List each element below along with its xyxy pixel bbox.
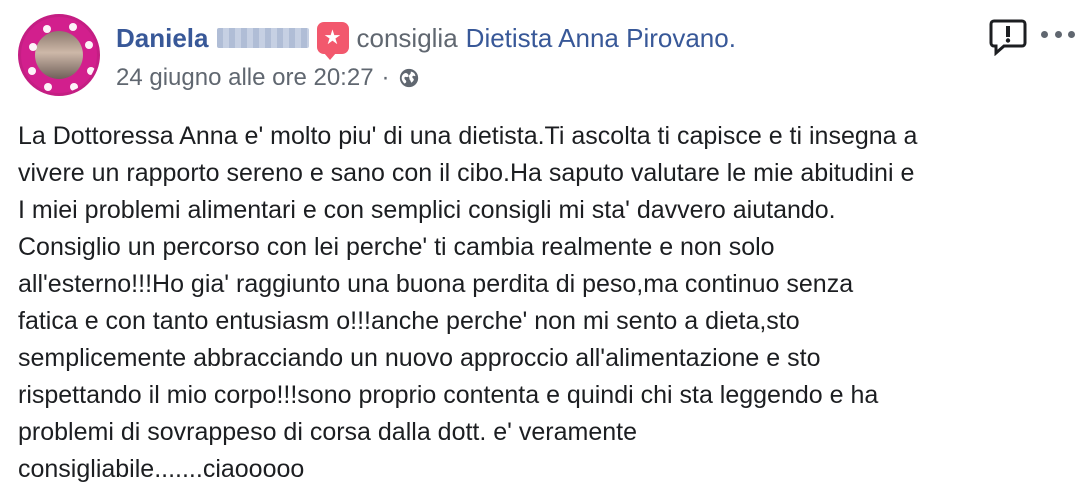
recommendation-post: Daniela ★ consiglia Dietista Anna Pirova… bbox=[0, 0, 1086, 500]
avatar[interactable] bbox=[18, 14, 100, 96]
author-name[interactable]: Daniela bbox=[116, 22, 209, 54]
recommend-star-icon: ★ bbox=[316, 22, 349, 60]
meta-separator: · bbox=[381, 64, 390, 91]
more-options-dot bbox=[1054, 30, 1062, 38]
more-options-icon[interactable] bbox=[1041, 28, 1075, 40]
avatar-flower bbox=[70, 83, 78, 91]
avatar-flower bbox=[69, 23, 77, 31]
post-content: La Dottoressa Anna e' molto piu' di una … bbox=[18, 122, 918, 483]
more-options-dot bbox=[1068, 30, 1075, 38]
avatar-flower bbox=[44, 83, 52, 91]
post-header: Daniela ★ consiglia Dietista Anna Pirova… bbox=[116, 22, 1086, 92]
profile-photo bbox=[35, 31, 83, 79]
page-link[interactable]: Dietista Anna Pirovano. bbox=[466, 22, 736, 54]
more-options-dot bbox=[1041, 30, 1048, 38]
recommendation-action: consiglia bbox=[356, 23, 458, 53]
avatar-flower bbox=[87, 67, 95, 75]
avatar-flower bbox=[29, 43, 37, 51]
post-title-line: Daniela ★ consiglia Dietista Anna Pirova… bbox=[116, 22, 1086, 60]
avatar-flower bbox=[28, 67, 36, 75]
report-icon[interactable] bbox=[988, 16, 1028, 56]
globe-icon[interactable] bbox=[398, 67, 420, 89]
post-meta: 24 giugno alle ore 20:27 · bbox=[116, 64, 1086, 92]
redacted-surname bbox=[216, 28, 309, 48]
post-timestamp[interactable]: 24 giugno alle ore 20:27 bbox=[116, 64, 374, 92]
avatar-flower bbox=[43, 25, 51, 33]
avatar-flower bbox=[85, 41, 93, 49]
